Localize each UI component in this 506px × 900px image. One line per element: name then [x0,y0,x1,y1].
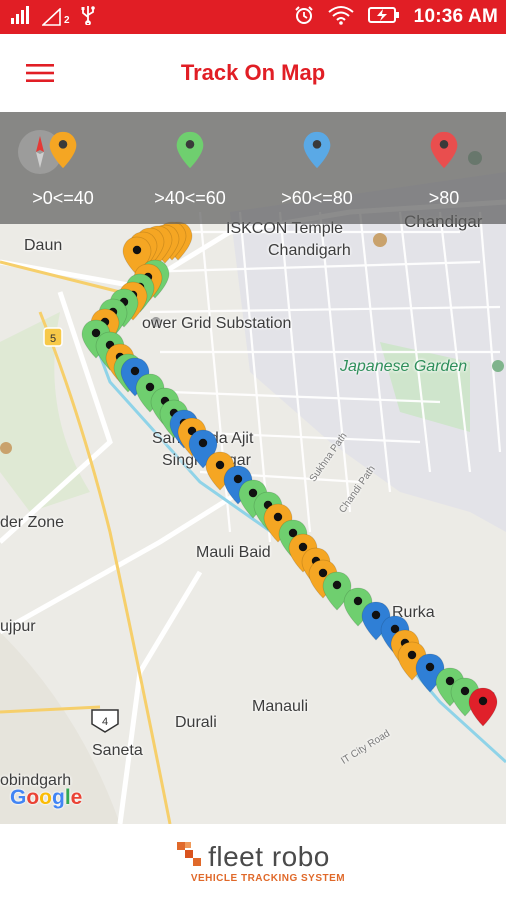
signal-icon [10,5,32,29]
legend-item-0-40: >0<=40 [8,112,118,224]
battery-charging-icon [367,6,400,29]
google-attribution: Google [10,786,83,809]
legend-item-60-80: >60<=80 [262,112,372,224]
wifi-icon [328,5,354,30]
brand-name: fleet robo [208,840,330,872]
app-bar: Track On Map [0,34,506,112]
blue-pin-icon [303,131,331,169]
speed-legend: >0<=40 >40<=60 >60<=80 >80 [0,112,506,224]
legend-label: >0<=40 [32,188,94,208]
status-time: 10:36 AM [413,6,498,27]
legend-label: >60<=80 [281,188,353,208]
usb-icon [80,5,96,30]
alarm-icon [294,5,314,30]
fleet-robo-logo-icon [176,841,202,872]
legend-item-40-60: >40<=60 [135,112,245,224]
status-bar: 2 10:36 AM [0,0,506,34]
green-pin-icon [176,131,204,169]
sim-label: 2 [64,15,70,26]
orange-pin-icon [49,131,77,169]
page-title: Track On Map [180,60,326,85]
legend-label: >40<=60 [154,188,226,208]
legend-item-80: >80 [389,112,499,224]
map-view[interactable]: 5 4 Daun ISKCON Temple Chandigarh Chandi… [0,112,506,824]
red-pin-icon [430,131,458,169]
legend-label: >80 [428,188,460,208]
brand-tagline: VEHICLE TRACKING SYSTEM [190,872,346,884]
hamburger-menu-icon[interactable] [20,53,60,93]
footer-branding: fleet robo VEHICLE TRACKING SYSTEM [0,824,506,900]
track-marker[interactable] [468,687,498,727]
signal-sim2-icon: 2 [42,8,70,26]
